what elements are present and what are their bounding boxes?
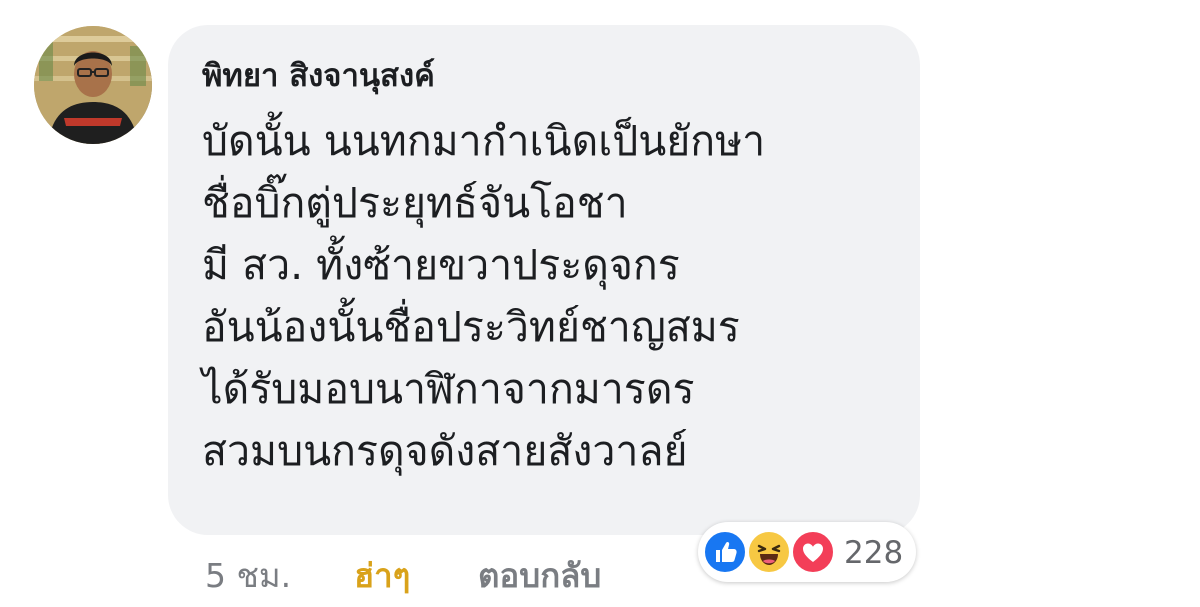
author-avatar[interactable]: [34, 26, 152, 144]
comment-timestamp[interactable]: 5 ชม.: [205, 549, 291, 602]
comment-line: ชื่อบิ๊กตู่ประยุทธ์จันโอชา: [202, 179, 628, 227]
reactions-summary[interactable]: 228: [698, 522, 916, 582]
like-icon: [703, 530, 747, 574]
comment-author-name[interactable]: พิทยา สิงจานุสงค์: [202, 50, 435, 100]
love-icon: [791, 530, 835, 574]
comment-body: บัดนั้น นนทกมากำเนิดเป็นยักษา ชื่อบิ๊กตู…: [202, 110, 765, 482]
comment-line: สวมบนกรดุจดังสายสังวาลย์: [202, 427, 688, 475]
haha-icon: [747, 530, 791, 574]
comment-line: อันน้องนั้นชื่อประวิทย์ชาญสมร: [202, 303, 740, 351]
reaction-count: 228: [844, 535, 904, 571]
comment-line: ได้รับมอบนาฬิกาจากมารดร: [202, 365, 695, 413]
comment-line: บัดนั้น นนทกมากำเนิดเป็นยักษา: [202, 117, 766, 165]
avatar-image: [34, 26, 152, 144]
haha-reaction-button[interactable]: ฮ่าๆ: [354, 549, 410, 602]
reply-button[interactable]: ตอบกลับ: [478, 549, 601, 602]
comment-line: มี สว. ทั้งซ้ายขวาประดุจกร: [202, 241, 680, 289]
